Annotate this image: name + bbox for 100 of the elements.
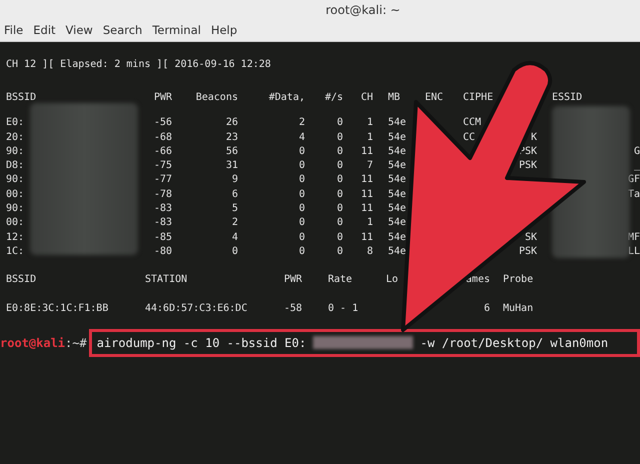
beacons-cell-text: 9 [232,173,238,188]
essid-cell-text: GF [628,173,640,188]
bssid-cell-text: 90: [6,144,24,159]
beacons-cell: 4 [232,230,238,245]
menu-item[interactable]: Help [210,23,238,37]
speed-cell-text: 54e [387,144,406,159]
power-cell-text: -83 [154,216,172,230]
speed-cell-text: 54e [387,244,406,259]
power-cell: -75 [154,159,172,174]
beacons-cell: 23 [226,130,238,145]
prompt-user: root@kali [0,336,66,350]
speed-cell-text: 54e [387,130,406,145]
channel-cell: 11 [360,202,373,216]
rate-per-second-cell-text: 0 [336,244,343,259]
speed-cell-text: 54e [387,202,406,216]
window-title: root@kali: ~ [326,2,400,16]
speed-cell-text: 54e [387,116,406,130]
bssid-cell: D8: [6,159,24,174]
auth-cell-text: K [530,130,538,145]
data-cell: 0 [298,159,305,174]
auth-cell-text: PSK [518,244,538,259]
power-cell: -85 [154,230,172,245]
menu-item[interactable]: Edit [33,23,56,37]
menu-item[interactable]: Search [102,23,142,37]
bssid-cell: 90: [6,202,24,216]
data-cell-text: 0 [298,173,305,188]
column-header: Probe [502,273,534,288]
power-cell-text: -80 [154,244,172,259]
speed-cell-text: 54e [387,188,406,202]
channel-cell-text: 8 [366,244,373,259]
rate-cell: 0 - 1 [328,302,358,316]
column-header: CIPHE [463,91,494,105]
power-cell-text: -78 [154,188,172,202]
channel-cell-text: 11 [360,173,373,188]
rate-per-second-cell-text: 0 [336,188,343,202]
column-header: Beacons [196,91,238,105]
channel-cell-text: 1 [366,116,373,130]
data-cell-text: 0 [298,144,305,159]
station-cell: 44:6D:57:C3:E6:DC [145,302,248,316]
power-cell: -58 [284,302,302,316]
cipher-cell: CC [463,130,476,145]
essid-cell-text: Ta [628,188,640,202]
prompt-path: :~# [65,336,87,350]
beacons-cell-text: 0 [232,244,238,259]
column-header: PWR [284,273,302,288]
essid-cell-text: G [634,144,640,159]
power-cell: -68 [154,130,172,145]
status-line: CH 12 ][ Elapsed: 2 mins ][ 2016-09-16 12:28 [6,59,271,70]
menu-item[interactable]: Terminal [152,23,201,37]
data-cell-text: 0 [298,188,305,202]
bssid-cell-text: E0: [6,116,24,130]
channel-cell: 1 [366,130,373,145]
command-text: airodump-ng -c 10 --bssid E0: [96,336,306,350]
channel-cell-text: 11 [360,188,373,202]
auth-cell-text: SK [524,230,538,245]
data-cell: 0 [298,202,305,216]
column-header: STATION [145,273,188,288]
frames-cell: 6 [484,302,490,316]
column-header: #/s [324,91,343,105]
beacons-cell-text: 6 [232,188,238,202]
speed-cell-text: 54e [387,216,406,230]
column-header: ENC [425,91,444,105]
menu-item[interactable]: File [4,23,24,37]
column-header: #Data, [268,91,305,105]
column-header: Lo [386,273,398,288]
rate-per-second-cell: 0 [336,159,343,174]
column-header: MB [387,91,400,105]
column-header: CH [360,91,373,105]
beacons-cell-text: 2 [232,216,238,230]
bssid-cell-text: 90: [6,173,24,188]
power-cell: -83 [154,202,172,216]
rate-per-second-cell-text: 0 [336,173,343,188]
menu-item[interactable]: View [66,23,93,37]
data-cell-text: 2 [298,116,305,130]
essid-cell: _ [634,159,640,174]
channel-cell-text: 11 [360,144,373,159]
column-header: ESSID [552,91,582,105]
rate-per-second-cell: 0 [336,230,343,245]
speed-cell-text: 54e [387,230,406,245]
channel-cell-text: 1 [366,216,373,230]
channel-cell: 11 [360,230,373,245]
rate-per-second-cell-text: 0 [336,216,343,230]
bssid-cell-text: 1C: [6,244,24,259]
column-header: PWR [154,91,172,105]
speed-cell-text: 54e [387,159,406,174]
column-header: BSSID [6,273,36,288]
bssid-cell: 20: [6,130,24,145]
rate-per-second-cell: 0 [336,130,343,145]
probe-cell-text: MuHan [502,302,534,316]
beacons-cell: 5 [232,202,238,216]
essid-cell: MF [628,230,640,245]
power-cell-text: -77 [154,173,172,188]
essid-cell-text: LL [628,244,640,259]
cipher-cell-text: CCM [463,116,482,130]
channel-cell: 7 [366,159,373,174]
bssid-cell: E0:8E:3C:1C:F1:BB [6,302,108,316]
bssid-cell: 12: [6,230,24,245]
bssid-cell-text: 00: [6,216,24,230]
beacons-cell-text: 56 [226,144,238,159]
rate-per-second-cell-text: 0 [336,116,343,130]
